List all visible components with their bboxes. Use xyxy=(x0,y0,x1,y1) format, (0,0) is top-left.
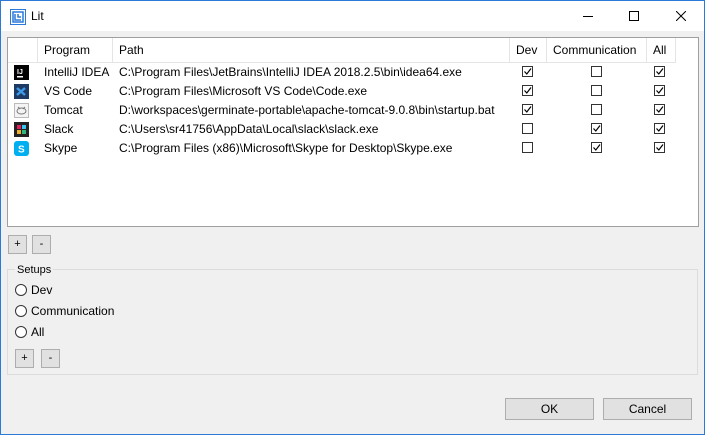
dev-checkbox[interactable] xyxy=(522,85,533,96)
program-name: VS Code xyxy=(44,84,93,98)
programs-table[interactable]: Program Path Dev Communication All IJ In… xyxy=(7,37,699,227)
table-row[interactable]: Slack C:\Users\sr41756\AppData\Local\sla… xyxy=(8,120,676,139)
lit-app-icon xyxy=(10,9,26,25)
communication-checkbox[interactable] xyxy=(591,66,602,77)
program-name: IntelliJ IDEA xyxy=(44,65,110,79)
program-name: Skype xyxy=(44,141,78,155)
vscode-icon xyxy=(14,84,29,99)
program-path: C:\Program Files\Microsoft VS Code\Code.… xyxy=(119,84,368,98)
setups-label: Setups xyxy=(15,264,54,276)
communication-checkbox[interactable] xyxy=(591,104,602,115)
header-program[interactable]: Program xyxy=(38,38,113,62)
dev-checkbox[interactable] xyxy=(522,142,533,153)
table-row[interactable]: IJ IntelliJ IDEA C:\Program Files\JetBra… xyxy=(8,63,676,82)
table-row[interactable]: VS Code C:\Program Files\Microsoft VS Co… xyxy=(8,82,676,101)
all-checkbox[interactable] xyxy=(654,66,665,77)
add-setup-button[interactable]: + xyxy=(15,349,34,368)
minimize-icon xyxy=(583,16,593,17)
add-program-button[interactable]: + xyxy=(8,235,27,254)
dev-checkbox[interactable] xyxy=(522,123,533,134)
header-all[interactable]: All xyxy=(647,38,676,62)
header-communication[interactable]: Communication xyxy=(547,38,647,62)
lit-window: Lit Program Path Dev Communication All I… xyxy=(0,0,705,435)
slack-icon xyxy=(14,122,29,137)
remove-setup-button[interactable]: - xyxy=(41,349,60,368)
table-row[interactable]: Tomcat D:\workspaces\germinate-portable\… xyxy=(8,101,676,120)
remove-program-button[interactable]: - xyxy=(32,235,51,254)
header-dev[interactable]: Dev xyxy=(510,38,547,62)
minimize-button[interactable] xyxy=(565,1,611,31)
header-icon-col xyxy=(8,38,38,62)
cancel-button[interactable]: Cancel xyxy=(603,398,692,420)
header-path[interactable]: Path xyxy=(113,38,510,62)
communication-checkbox[interactable] xyxy=(591,142,602,153)
skype-icon: S xyxy=(14,141,29,156)
radio-label: Communication xyxy=(31,304,115,318)
communication-checkbox[interactable] xyxy=(591,123,602,134)
close-button[interactable] xyxy=(658,1,704,31)
window-title: Lit xyxy=(31,9,44,23)
radio-button[interactable] xyxy=(15,326,27,338)
radio-button[interactable] xyxy=(15,305,27,317)
table-header: Program Path Dev Communication All xyxy=(8,38,676,63)
radio-button[interactable] xyxy=(15,284,27,296)
radio-label: All xyxy=(31,325,45,339)
title-bar[interactable]: Lit xyxy=(1,1,704,31)
maximize-icon xyxy=(629,11,639,21)
program-name: Tomcat xyxy=(44,103,83,117)
program-name: Slack xyxy=(44,122,74,136)
all-checkbox[interactable] xyxy=(654,85,665,96)
communication-checkbox[interactable] xyxy=(591,85,602,96)
radio-label: Dev xyxy=(31,283,53,297)
close-icon xyxy=(676,11,686,21)
program-path: D:\workspaces\germinate-portable\apache-… xyxy=(119,103,495,117)
tomcat-icon xyxy=(14,103,29,118)
program-path: C:\Program Files\JetBrains\IntelliJ IDEA… xyxy=(119,65,462,79)
svg-text:S: S xyxy=(18,145,25,156)
all-checkbox[interactable] xyxy=(654,123,665,134)
all-checkbox[interactable] xyxy=(654,104,665,115)
table-row[interactable]: S Skype C:\Program Files (x86)\Microsoft… xyxy=(8,139,676,158)
all-checkbox[interactable] xyxy=(654,142,665,153)
intellij-icon: IJ xyxy=(14,65,29,80)
ok-button[interactable]: OK xyxy=(505,398,594,420)
program-path: C:\Program Files (x86)\Microsoft\Skype f… xyxy=(119,141,453,155)
dev-checkbox[interactable] xyxy=(522,104,533,115)
setups-group xyxy=(7,269,698,375)
svg-text:IJ: IJ xyxy=(17,69,23,76)
maximize-button[interactable] xyxy=(611,1,657,31)
program-path: C:\Users\sr41756\AppData\Local\slack\sla… xyxy=(119,122,379,136)
dev-checkbox[interactable] xyxy=(522,66,533,77)
